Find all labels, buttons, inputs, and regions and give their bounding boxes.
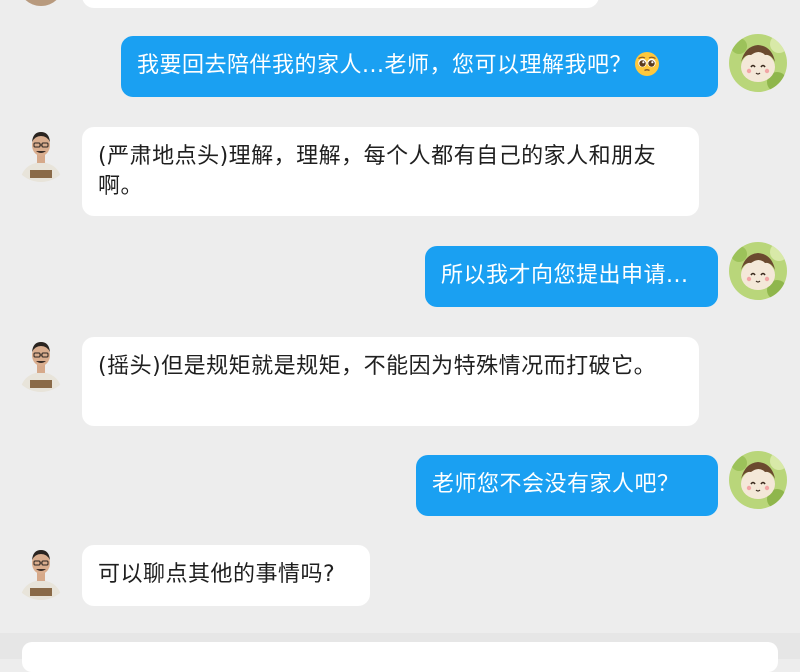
- message-bubble-outgoing: 老师您不会没有家人吧？: [416, 455, 718, 516]
- message-bubble-incoming: 可以聊点其他的事情吗?: [82, 545, 370, 606]
- message-input-bar: [0, 633, 800, 672]
- user-avatar[interactable]: [729, 34, 787, 92]
- chat-thread[interactable]: 我要回去陪伴我的家人...老师，您可以理解我吧？ (严肃地点头)理解，理解，每个…: [0, 0, 800, 633]
- teacher-avatar[interactable]: [18, 0, 64, 6]
- message-text: 老师您不会没有家人吧？: [432, 472, 680, 497]
- user-avatar[interactable]: [729, 451, 787, 509]
- message-text: 可以聊点其他的事情吗?: [98, 562, 336, 587]
- message-bubble-outgoing: 我要回去陪伴我的家人...老师，您可以理解我吧？: [121, 36, 718, 97]
- teacher-avatar[interactable]: [12, 124, 70, 182]
- message-bubble-partial: [82, 0, 599, 8]
- teacher-avatar[interactable]: [12, 334, 70, 392]
- message-text: (严肃地点头)理解，理解，每个人都有自己的家人和朋友啊。: [98, 144, 657, 199]
- message-bubble-incoming: (摇头)但是规矩就是规矩，不能因为特殊情况而打破它。: [82, 337, 699, 426]
- message-input[interactable]: [22, 642, 778, 672]
- message-bubble-outgoing: 所以我才向您提出申请...: [425, 246, 718, 307]
- user-avatar[interactable]: [729, 242, 787, 300]
- message-text: (摇头)但是规矩就是规矩，不能因为特殊情况而打破它。: [98, 354, 657, 379]
- teacher-avatar[interactable]: [12, 542, 70, 600]
- pleading-face-icon: [634, 51, 660, 77]
- message-text: 所以我才向您提出申请...: [441, 263, 689, 288]
- message-bubble-incoming: (严肃地点头)理解，理解，每个人都有自己的家人和朋友啊。: [82, 127, 699, 216]
- message-text: 我要回去陪伴我的家人...老师，您可以理解我吧？: [137, 53, 632, 78]
